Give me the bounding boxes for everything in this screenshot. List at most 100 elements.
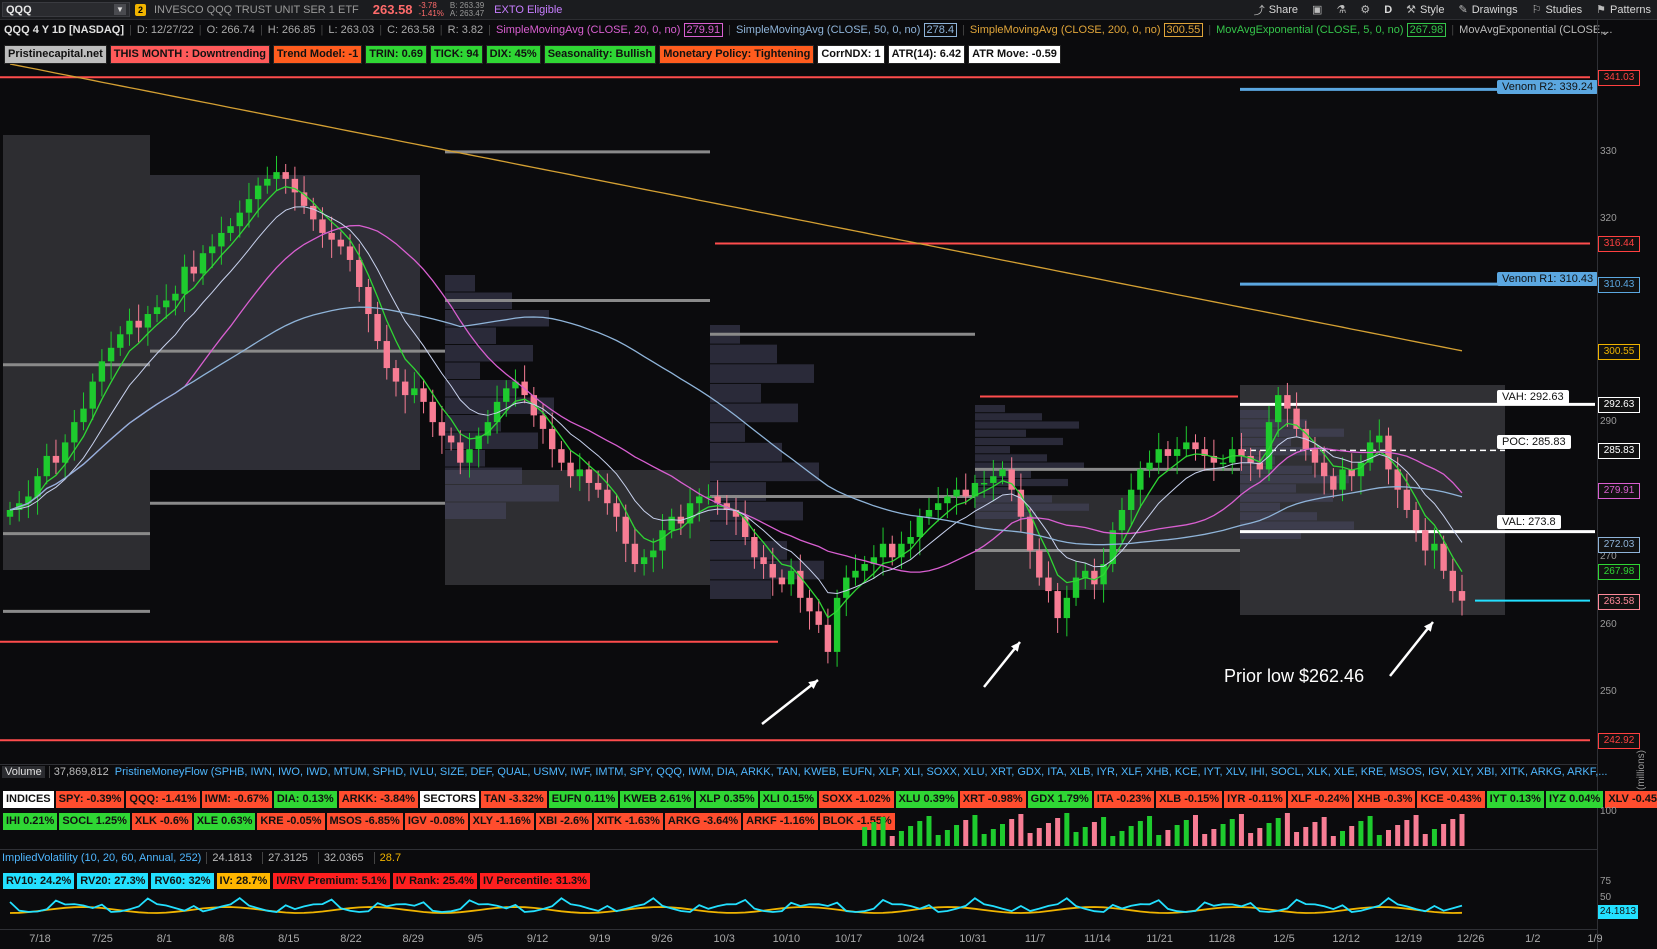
sma200-label[interactable]: SimpleMovingAvg (CLOSE, 200, 0, no): [970, 24, 1161, 36]
patterns-button[interactable]: ⚑ Patterns: [1596, 3, 1651, 17]
volume-profile-bar: [710, 462, 819, 482]
ema-secondary-label[interactable]: MovAvgExponential (CLOSE,...: [1459, 24, 1612, 36]
style-button[interactable]: ⚒ Style: [1406, 3, 1444, 17]
volume-bar: [1284, 813, 1290, 846]
price-tag: 292.63: [1598, 397, 1640, 414]
candle-body: [696, 496, 703, 504]
volume-profile-bar: [1240, 493, 1333, 502]
layout-button[interactable]: ▣: [1312, 3, 1322, 16]
volume-profile-bar: [710, 580, 771, 599]
style-icon: ⚒: [1406, 4, 1417, 16]
price-tag: 300.55: [1598, 343, 1640, 360]
money-flow-label[interactable]: PristineMoneyFlow (SPHB, IWN, IWO, IWD, …: [115, 766, 1608, 778]
volume-bar: [1358, 821, 1364, 846]
indicator-badge: Trend Model: -1: [272, 45, 363, 64]
chevron-down-icon[interactable]: ▼: [114, 4, 126, 15]
candle-body: [852, 570, 859, 578]
volume-profile-bar: [1240, 521, 1354, 530]
price-chart[interactable]: [0, 40, 1597, 743]
volume-profile-bar: [445, 502, 506, 519]
symbol-text: QQQ: [6, 3, 32, 16]
collapse-icon[interactable]: ⌄: [1600, 24, 1614, 38]
candle-body: [1091, 570, 1098, 585]
volume-bar: [1000, 824, 1006, 846]
candle-body: [1146, 462, 1153, 470]
indicator-badges: Pristinecapital.net THIS MONTH : Downtren…: [4, 45, 1061, 64]
ema5-label[interactable]: MovAvgExponential (CLOSE, 5, 0, no): [1216, 24, 1404, 36]
volume-bar: [1294, 832, 1300, 846]
sector-chip: ARKK: -3.84%: [338, 791, 419, 808]
candle-body: [1403, 489, 1411, 510]
volume-bar: [1036, 828, 1042, 846]
sma200-value: 300.55: [1163, 23, 1204, 37]
sma20-label[interactable]: SimpleMovingAvg (CLOSE, 20, 0, no): [496, 24, 680, 36]
candle-body: [576, 469, 583, 477]
volume-bar: [1376, 835, 1382, 846]
top-toolbar: QQQ ▼ 2 INVESCO QQQ TRUST UNIT SER 1 ETF…: [0, 0, 1657, 20]
candle-body: [1054, 591, 1061, 619]
volume-bar: [1367, 816, 1373, 846]
date-tick-label: 8/1: [156, 933, 173, 945]
last-price: 263.58: [372, 2, 413, 17]
rv-line: [9, 896, 1463, 913]
candle-body: [907, 537, 914, 544]
volume-bar: [926, 816, 932, 846]
volume-bar: [1312, 822, 1318, 846]
ohlc-close: C: 263.58: [387, 24, 435, 36]
iv-value-4: 28.7: [373, 852, 406, 864]
candle-body: [1265, 422, 1273, 470]
volume-bar: [981, 834, 987, 846]
volume-profile-bar: [710, 423, 745, 442]
iv-last-tag: 24.1813: [1598, 905, 1638, 919]
iv-axis-top: 75: [1600, 876, 1612, 887]
iv-title[interactable]: ImpliedVolatility (10, 20, 60, Annual, 2…: [2, 852, 201, 864]
volume-bar: [935, 835, 941, 846]
volume-title[interactable]: Volume: [2, 766, 45, 778]
exto-eligible-label: EXTO Eligible: [494, 3, 563, 16]
share-button[interactable]: ⤴ Share: [1254, 2, 1298, 18]
indicator-badge: TRIN: 0.69: [365, 45, 427, 64]
volume-bar: [1385, 830, 1391, 846]
date-tick-label: 9/5: [467, 933, 484, 945]
volume-bar: [898, 831, 904, 846]
symbol-input[interactable]: QQQ ▼: [2, 2, 130, 17]
candle-body: [1137, 469, 1144, 490]
iv-chip: IV: 28.7%: [216, 873, 271, 889]
volume-profile-bar: [975, 454, 1047, 462]
studies-button[interactable]: ⚐ Studies: [1532, 3, 1583, 17]
candle-body: [1164, 449, 1172, 456]
drawings-button[interactable]: ✎ Drawings: [1459, 3, 1518, 17]
date-tick-label: 11/7: [1024, 933, 1046, 945]
link-group-badge[interactable]: 2: [135, 3, 146, 16]
iv-chips: RV10: 24.2% RV20: 27.3% RV60: 32% IV: 28.7%…: [3, 873, 590, 889]
candle-body: [1036, 550, 1043, 578]
flask-button[interactable]: ⚗: [1336, 3, 1346, 16]
volume-bar: [889, 836, 895, 846]
volume-bar: [1330, 836, 1336, 846]
candle-body: [153, 307, 161, 315]
volume-profile-bar: [445, 310, 549, 327]
candle-body: [1219, 462, 1227, 465]
sector-chip: IYT 0.13%: [1486, 791, 1544, 808]
axis-divider: [1597, 20, 1598, 949]
volume-profile-bar: [975, 405, 1005, 413]
sma50-label[interactable]: SimpleMovingAvg (CLOSE, 50, 0, no): [736, 24, 920, 36]
patterns-icon: ⚑: [1596, 4, 1607, 16]
date-tick-label: 10/17: [834, 933, 863, 945]
iv-chip: IV Percentile: 31.3%: [479, 873, 590, 889]
settings-button[interactable]: ⚙: [1360, 3, 1370, 16]
price-tick-label: 250: [1600, 686, 1617, 698]
volume-bar: [1119, 831, 1125, 846]
volume-bar: [1137, 821, 1143, 846]
volume-bar: [990, 829, 996, 846]
timeframe-button[interactable]: D: [1384, 4, 1392, 16]
candle-body: [1238, 449, 1245, 456]
candle-body: [199, 253, 207, 274]
candle-body: [337, 239, 345, 247]
chart-header: QQQ 4 Y 1D [NASDAQ] | D: 12/27/22 | O: 266…: [4, 23, 1613, 37]
candle-body: [879, 543, 887, 558]
sector-chip: IYR -0.11%: [1224, 791, 1286, 808]
volume-bar: [862, 827, 868, 846]
indicator-badge: Pristinecapital.net: [4, 45, 107, 64]
candle-body: [71, 422, 78, 443]
